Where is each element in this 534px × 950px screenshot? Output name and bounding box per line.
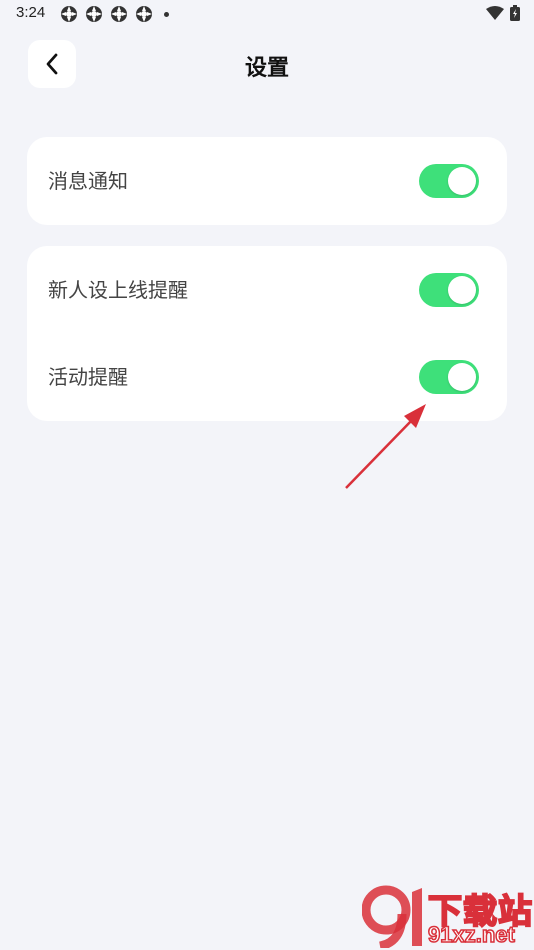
watermark-url: 91xz.net <box>427 921 515 948</box>
status-notification-icons <box>60 5 169 23</box>
notifications-card: 消息通知 <box>27 137 507 225</box>
page-title: 设置 <box>244 56 289 81</box>
toggle-knob <box>448 276 476 304</box>
new-creator-online-toggle[interactable] <box>419 273 479 307</box>
annotation-arrow-icon <box>345 404 426 489</box>
battery-icon <box>510 5 520 21</box>
app-notification-icon <box>136 6 152 22</box>
status-time: 3:24 <box>16 4 46 21</box>
toggle-knob <box>448 167 476 195</box>
wifi-icon <box>486 6 504 20</box>
setting-row-new-creator-online: 新人设上线提醒 <box>27 246 507 334</box>
site-watermark: 下载站 91xz.net <box>362 882 534 950</box>
app-notification-icon <box>61 6 77 22</box>
status-system-icons <box>486 5 520 21</box>
setting-label: 新人设上线提醒 <box>48 278 188 302</box>
activity-reminder-toggle[interactable] <box>419 360 479 394</box>
notifications-toggle[interactable] <box>419 164 479 198</box>
watermark-logo-icon <box>362 885 422 948</box>
toggle-knob <box>448 363 476 391</box>
setting-row-notifications: 消息通知 <box>27 137 507 225</box>
app-notification-icon <box>111 6 127 22</box>
more-notifications-dot <box>164 11 169 17</box>
status-bar: 3:24 <box>0 0 534 28</box>
setting-label: 活动提醒 <box>48 365 128 389</box>
setting-row-activity-reminder: 活动提醒 <box>27 333 507 421</box>
app-notification-icon <box>86 6 102 22</box>
reminders-card: 新人设上线提醒 活动提醒 <box>27 246 507 421</box>
setting-label: 消息通知 <box>48 169 128 193</box>
